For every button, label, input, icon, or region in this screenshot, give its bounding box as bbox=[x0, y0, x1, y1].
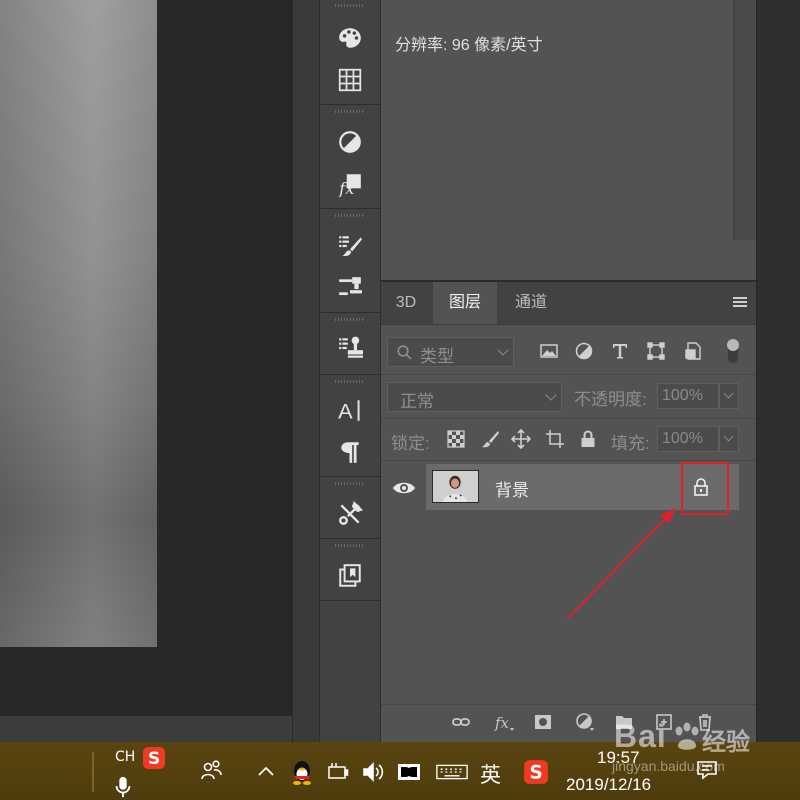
filter-toggle-switch[interactable] bbox=[725, 337, 741, 365]
dock-grip[interactable] bbox=[335, 4, 365, 7]
touch-keyboard-icon[interactable] bbox=[434, 760, 470, 784]
dock-grip[interactable] bbox=[335, 380, 365, 383]
opacity-input[interactable]: 100% bbox=[657, 383, 719, 409]
filter-smart-objects-icon[interactable] bbox=[681, 339, 705, 363]
input-language-indicator[interactable]: CH bbox=[115, 749, 135, 765]
ime-mode-indicator[interactable]: 英 bbox=[480, 759, 501, 789]
fill-label: 填充: bbox=[611, 434, 650, 453]
link-layers-icon[interactable] bbox=[449, 711, 473, 733]
window-edge bbox=[756, 0, 800, 742]
filter-kind-label: 类型 bbox=[420, 347, 454, 366]
qq-penguin-icon[interactable] bbox=[288, 758, 316, 786]
canvas-horizontal-scrollbar[interactable] bbox=[0, 716, 292, 742]
svg-text:S: S bbox=[148, 749, 160, 769]
document-canvas-area[interactable] bbox=[0, 0, 292, 742]
filter-type-layers-icon[interactable] bbox=[608, 339, 632, 363]
speaker-volume-icon[interactable] bbox=[361, 760, 385, 784]
clone-source-icon[interactable] bbox=[336, 334, 364, 362]
lock-image-pixels-icon[interactable] bbox=[478, 427, 502, 451]
canvas-image[interactable] bbox=[0, 0, 157, 647]
lock-position-icon[interactable] bbox=[509, 427, 533, 451]
panel-menu-icon[interactable] bbox=[733, 297, 747, 309]
fill-dropdown-button[interactable] bbox=[719, 426, 739, 452]
sogou-ime-icon[interactable]: S bbox=[142, 746, 166, 770]
tab-3d[interactable]: 3D bbox=[381, 282, 431, 324]
watermark-url: jingyan.baidu.com bbox=[612, 758, 725, 774]
swatches-grid-icon[interactable] bbox=[336, 66, 364, 94]
power-battery-icon[interactable] bbox=[326, 760, 350, 784]
lock-label: 锁定: bbox=[391, 434, 430, 453]
annotation-arrow bbox=[567, 508, 676, 619]
tool-presets-icon[interactable] bbox=[336, 274, 364, 302]
microphone-icon[interactable] bbox=[112, 774, 134, 800]
show-hidden-icons-chevron-icon[interactable] bbox=[254, 760, 278, 784]
dock-grip[interactable] bbox=[335, 482, 365, 485]
panel-icon-dock: fx A bbox=[319, 0, 381, 742]
search-icon bbox=[396, 344, 414, 362]
lock-all-icon[interactable] bbox=[576, 427, 600, 451]
watermark-brand: Bai bbox=[614, 718, 667, 754]
layer-filter-dropdown[interactable]: 类型 bbox=[387, 337, 514, 367]
layer-name[interactable]: 背景 bbox=[495, 476, 529, 501]
fx-styles-icon[interactable]: fx bbox=[336, 170, 364, 198]
adjustments-icon[interactable] bbox=[336, 128, 364, 156]
svg-text:S: S bbox=[530, 763, 543, 784]
layer-visibility-eye-icon[interactable] bbox=[392, 478, 416, 498]
layer-comps-icon[interactable] bbox=[336, 562, 364, 590]
tab-layers[interactable]: 图层 bbox=[433, 282, 497, 324]
baidu-jingyan-watermark: Bai 经验 jingyan.baidu.com bbox=[612, 712, 800, 782]
svg-text:fx: fx bbox=[338, 179, 354, 197]
add-layer-mask-icon[interactable] bbox=[531, 711, 555, 733]
color-palette-icon[interactable] bbox=[336, 24, 364, 52]
info-panel-scrollbar[interactable] bbox=[733, 0, 756, 240]
paragraph-icon[interactable] bbox=[336, 438, 364, 466]
filter-pixel-layers-icon[interactable] bbox=[537, 339, 561, 363]
fill-input[interactable]: 100% bbox=[657, 426, 719, 452]
opacity-label: 不透明度: bbox=[574, 390, 647, 409]
people-icon[interactable] bbox=[199, 758, 223, 782]
dock-grip[interactable] bbox=[335, 544, 365, 547]
filter-shape-layers-icon[interactable] bbox=[644, 339, 668, 363]
blend-mode-dropdown[interactable]: 正常 bbox=[387, 382, 562, 412]
tab-channels[interactable]: 通道 bbox=[499, 282, 563, 324]
brush-presets-icon[interactable] bbox=[336, 232, 364, 260]
baidu-paw-icon bbox=[675, 722, 699, 750]
svg-text:fx: fx bbox=[494, 714, 510, 732]
filter-adjustment-layers-icon[interactable] bbox=[572, 339, 596, 363]
add-layer-style-icon[interactable]: fx bbox=[492, 711, 516, 733]
sogou-tray-icon[interactable]: S bbox=[523, 759, 549, 785]
watermark-text: 经验 bbox=[702, 729, 750, 756]
dock-grip[interactable] bbox=[335, 214, 365, 217]
lock-transparent-pixels-icon[interactable] bbox=[444, 427, 468, 451]
lock-artboard-icon[interactable] bbox=[543, 427, 567, 451]
svg-text:A: A bbox=[338, 399, 353, 423]
taskbar-divider bbox=[92, 752, 94, 792]
resolution-readout: 分辨率: 96 像素/英寸 bbox=[395, 37, 543, 54]
dock-grip[interactable] bbox=[335, 318, 365, 321]
dolby-audio-icon[interactable] bbox=[397, 760, 421, 784]
new-adjustment-layer-icon[interactable] bbox=[573, 711, 597, 733]
opacity-dropdown-button[interactable] bbox=[719, 383, 739, 409]
tools-icon[interactable] bbox=[336, 500, 364, 528]
canvas-vertical-scrollbar[interactable] bbox=[292, 0, 319, 742]
layer-thumbnail[interactable] bbox=[432, 470, 479, 503]
dock-grip[interactable] bbox=[335, 110, 365, 113]
character-icon[interactable]: A bbox=[336, 396, 364, 424]
blend-mode-value: 正常 bbox=[400, 392, 434, 411]
